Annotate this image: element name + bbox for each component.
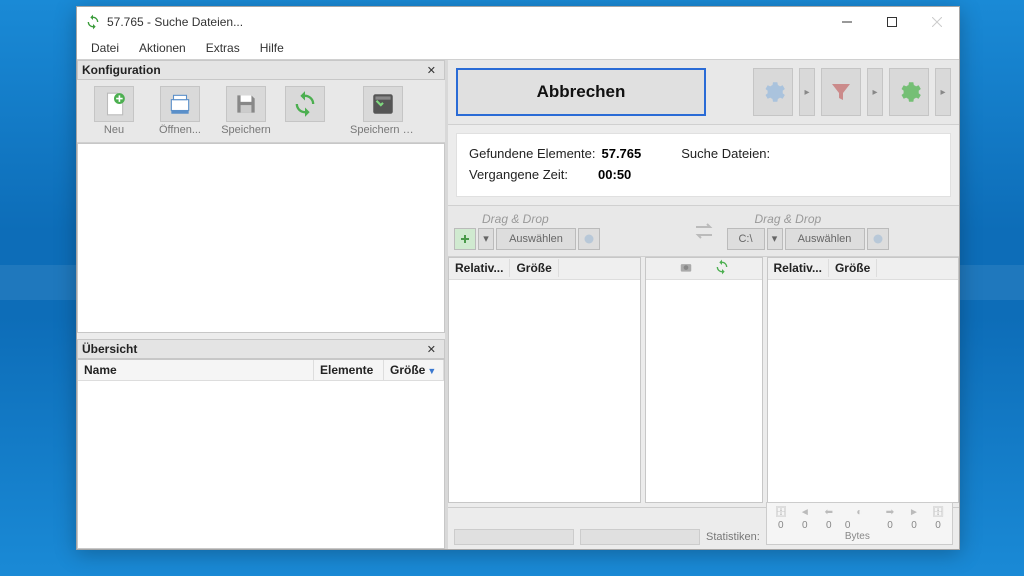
add-left-button[interactable] xyxy=(454,228,476,250)
arrow-right-icon: ➡ xyxy=(882,505,898,519)
status-box: Gefundene Elemente: 57.765 Vergangene Ze… xyxy=(456,133,951,197)
path-right-field[interactable]: C:\ xyxy=(727,228,765,250)
overview-table[interactable]: Name Elemente Größe▼ xyxy=(77,359,445,549)
col-name[interactable]: Name xyxy=(78,360,314,380)
results-row: Relativ... Größe Relativ... Größe xyxy=(448,257,959,507)
select-right-button[interactable]: Auswählen xyxy=(785,228,865,250)
search-label: Suche Dateien: xyxy=(681,144,770,165)
drag-drop-row: Drag & Drop ▾ Auswählen Drag & Drop C:\ xyxy=(448,205,959,257)
stats-label: Statistiken: xyxy=(706,531,760,543)
maximize-button[interactable] xyxy=(869,7,914,37)
menu-hilfe[interactable]: Hilfe xyxy=(252,39,292,57)
config-header: Konfiguration ✕ xyxy=(77,60,445,80)
app-window: 57.765 - Suche Dateien... Datei Aktionen… xyxy=(76,6,960,550)
cancel-button[interactable]: Abbrechen xyxy=(456,68,706,116)
globe-right-icon[interactable] xyxy=(867,228,889,250)
dd-right-dropdown[interactable]: ▾ xyxy=(767,228,783,250)
window-title: 57.765 - Suche Dateien... xyxy=(107,15,824,29)
close-button[interactable] xyxy=(914,7,959,37)
menubar: Datei Aktionen Extras Hilfe xyxy=(77,37,959,59)
open-button[interactable]: Öffnen... xyxy=(149,84,211,138)
gear-green-button[interactable] xyxy=(889,68,929,116)
status-seg-1 xyxy=(454,529,574,545)
overview-header-label: Übersicht xyxy=(82,342,137,356)
menu-datei[interactable]: Datei xyxy=(83,39,127,57)
stats-group: 🗄0 ◄0 ⬅0 ◐0 Bytes ➡0 ►0 🗄0 xyxy=(766,502,953,545)
overview-close-icon[interactable]: ✕ xyxy=(423,343,440,356)
filter-button[interactable] xyxy=(821,68,861,116)
db2-icon: 🗄 xyxy=(930,505,946,519)
col-size-right[interactable]: Größe xyxy=(829,259,877,277)
dragdrop-label-right: Drag & Drop xyxy=(727,212,954,226)
save-as-button[interactable]: Speichern unter... xyxy=(333,84,433,138)
menu-aktionen[interactable]: Aktionen xyxy=(131,39,194,57)
gear-blue-button[interactable] xyxy=(753,68,793,116)
sort-indicator-icon: ▼ xyxy=(427,366,436,376)
arrow-left2-icon: ⬅ xyxy=(821,505,837,519)
status-seg-2 xyxy=(580,529,700,545)
config-list[interactable] xyxy=(77,143,445,333)
select-left-button[interactable]: Auswählen xyxy=(496,228,576,250)
minimize-button[interactable] xyxy=(824,7,869,37)
config-header-label: Konfiguration xyxy=(82,63,161,77)
time-label: Vergangene Zeit: xyxy=(469,165,568,186)
filter-dropdown[interactable]: ▸ xyxy=(867,68,883,116)
col-rel-right[interactable]: Relativ... xyxy=(768,259,829,277)
found-label: Gefundene Elemente: xyxy=(469,144,595,165)
results-mid-panel[interactable] xyxy=(645,257,763,503)
time-value: 00:50 xyxy=(598,165,631,186)
dragdrop-label-left: Drag & Drop xyxy=(454,212,681,226)
col-rel-left[interactable]: Relativ... xyxy=(449,259,510,277)
menu-extras[interactable]: Extras xyxy=(198,39,248,57)
titlebar[interactable]: 57.765 - Suche Dateien... xyxy=(77,7,959,37)
col-size-left[interactable]: Größe xyxy=(510,259,558,277)
refresh-icon[interactable] xyxy=(714,259,730,278)
camera-icon[interactable] xyxy=(678,260,694,277)
dd-left-dropdown[interactable]: ▾ xyxy=(478,228,494,250)
results-right-panel[interactable]: Relativ... Größe xyxy=(767,257,960,503)
config-close-icon[interactable]: ✕ xyxy=(423,64,440,77)
gear-blue-dropdown[interactable]: ▸ xyxy=(799,68,815,116)
db-icon: 🗄 xyxy=(773,505,789,519)
overview-header: Übersicht ✕ xyxy=(77,339,445,359)
pie-icon: ◐ xyxy=(851,505,867,519)
save-button[interactable]: Speichern xyxy=(215,84,277,138)
sync-icon xyxy=(85,14,101,30)
status-bar: Statistiken: 🗄0 ◄0 ⬅0 ◐0 Bytes ➡0 ►0 🗄0 xyxy=(448,507,959,549)
action-toolbar: Abbrechen ▸ ▸ ▸ xyxy=(448,60,959,125)
col-size[interactable]: Größe▼ xyxy=(384,360,444,380)
swap-icon[interactable] xyxy=(685,221,723,241)
config-toolbar: Neu Öffnen... Speichern Speichern unter.… xyxy=(77,80,445,143)
sync-button[interactable] xyxy=(281,84,329,138)
globe-left-icon[interactable] xyxy=(578,228,600,250)
gear-green-dropdown[interactable]: ▸ xyxy=(935,68,951,116)
found-value: 57.765 xyxy=(601,144,641,165)
col-elements[interactable]: Elemente xyxy=(314,360,384,380)
results-left-panel[interactable]: Relativ... Größe xyxy=(448,257,641,503)
arrow-left-icon: ◄ xyxy=(797,505,813,519)
arrow-right2-icon: ► xyxy=(906,505,922,519)
new-button[interactable]: Neu xyxy=(83,84,145,138)
